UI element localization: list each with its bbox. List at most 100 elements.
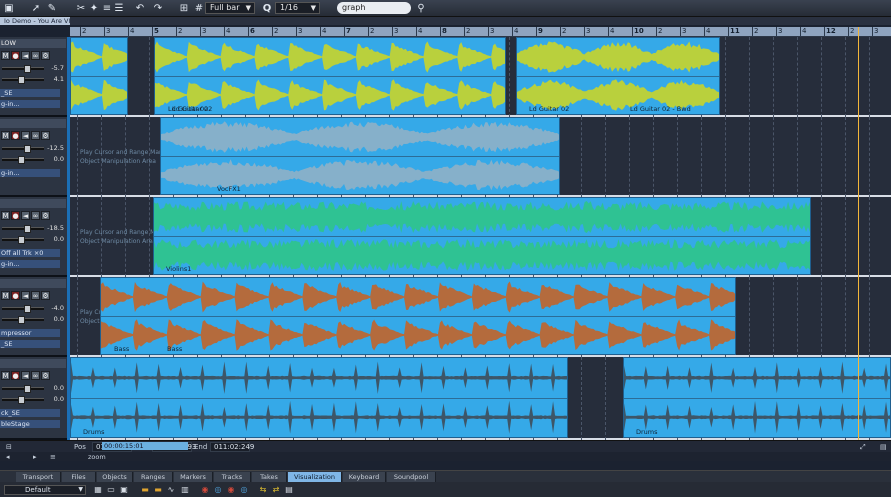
speaker-icon[interactable]: ◄ (21, 131, 30, 140)
mute-button[interactable]: M (1, 291, 10, 300)
audio-object[interactable]: Bass Bass (100, 277, 736, 355)
speaker-icon[interactable]: ◄ (21, 51, 30, 60)
tab-ranges[interactable]: Ranges (134, 472, 173, 482)
record-button[interactable]: ● (11, 131, 20, 140)
plugin-slot[interactable]: _SE (0, 89, 60, 97)
fx-button[interactable]: ∞ (31, 371, 40, 380)
play-cursor[interactable] (858, 27, 859, 440)
pan-fader[interactable] (2, 76, 44, 84)
draw-tool-icon[interactable]: ✎ (46, 2, 58, 15)
record-button[interactable]: ● (11, 371, 20, 380)
phase-icon[interactable]: ◎ (213, 485, 223, 494)
track-name[interactable] (0, 119, 66, 128)
tab-files[interactable]: Files (62, 472, 96, 482)
zoom-in-icon[interactable]: ▸ (33, 452, 37, 462)
meter2-icon[interactable]: ▬ (153, 485, 163, 494)
tab-soundpool[interactable]: Soundpool (387, 472, 436, 482)
fader-knob[interactable] (24, 145, 31, 153)
speaker-icon[interactable]: ◄ (21, 371, 30, 380)
plugin-slot[interactable]: ck_SE (0, 409, 60, 417)
settings-icon[interactable]: ⚙ (41, 291, 50, 300)
tab-tracks[interactable]: Tracks (214, 472, 251, 482)
save-icon[interactable]: ▣ (3, 2, 15, 15)
track-header[interactable]: M ● ◄ ∞ ⚙ -18.5 0.0 Off all Trk ×0 g-in... (0, 197, 67, 277)
grid-icon[interactable]: # (193, 2, 205, 15)
fx-button[interactable]: ∞ (31, 131, 40, 140)
track-name[interactable] (0, 199, 66, 208)
timecode-scroll[interactable]: 00:00:15:01 (102, 442, 188, 450)
settings-icon[interactable]: ⚙ (41, 211, 50, 220)
pan-fader[interactable] (2, 156, 44, 164)
bars-icon[interactable]: ▤ (284, 485, 294, 494)
mute-button[interactable]: M (1, 211, 10, 220)
record-button[interactable]: ● (11, 291, 20, 300)
record-button[interactable]: ● (11, 51, 20, 60)
plugin-slot[interactable]: g-in... (0, 100, 60, 108)
record-button[interactable]: ● (11, 211, 20, 220)
cut-icon[interactable]: ✂ (75, 2, 87, 15)
search-input[interactable]: graph (337, 2, 411, 14)
timeline-ruler[interactable]: 2 3 4 5 2 3 4 6 2 3 4 7 2 3 4 8 2 3 4 9 2 3 4 10 2 3 4 11 2 3 4 12 2 3 (70, 27, 891, 37)
volume-fader[interactable] (2, 305, 44, 313)
tab-takes[interactable]: Takes (252, 472, 287, 482)
audio-object[interactable] (70, 37, 128, 115)
magic-icon[interactable]: ✦ (88, 2, 100, 15)
speaker-icon[interactable]: ◄ (21, 291, 30, 300)
expand-icon[interactable]: ▤ (880, 442, 887, 452)
audio-object[interactable]: Violins1 (153, 197, 811, 275)
track-header[interactable]: M ● ◄ ∞ ⚙ -4.0 0.0 mpressor _SE (0, 277, 67, 357)
settings-icon[interactable]: ⚙ (41, 131, 50, 140)
tab-visualization[interactable]: Visualization (288, 472, 342, 482)
tab-objects[interactable]: Objects (97, 472, 133, 482)
fader-knob[interactable] (18, 76, 25, 84)
list-icon[interactable]: ☰ (113, 2, 125, 15)
loop-icon[interactable]: ◎ (239, 485, 249, 494)
quantize-select[interactable]: 1/16 ▼ (275, 2, 320, 14)
meter-icon[interactable]: ▬ (140, 485, 150, 494)
fit-icon[interactable]: ⤢ (860, 442, 866, 452)
spectrum-icon[interactable]: ▥ (180, 485, 190, 494)
transport-icon[interactable]: ⇆ (258, 485, 268, 494)
screen-icon[interactable]: ▭ (106, 485, 116, 494)
fx-button[interactable]: ∞ (31, 291, 40, 300)
arrangement-area[interactable]: Play Cursor and Range Manipulation Object… (67, 37, 891, 440)
tab-markers[interactable]: Markers (174, 472, 213, 482)
track-name[interactable] (0, 359, 66, 368)
audio-object[interactable]: VocFX1 (160, 117, 560, 195)
layout-icon[interactable]: ⊟ (6, 442, 12, 452)
record-icon[interactable]: ◉ (200, 485, 210, 494)
align-icon[interactable]: ≡ (101, 2, 113, 15)
undo-icon[interactable]: ↶ (134, 2, 146, 15)
volume-fader[interactable] (2, 65, 44, 73)
fx-button[interactable]: ∞ (31, 51, 40, 60)
snap-mode-select[interactable]: Full bar ▼ (205, 2, 255, 14)
audio-object[interactable]: Ld Guitar 02 Ld Guitar 02 - Bwd (516, 37, 720, 115)
plugin-slot[interactable]: g-in... (0, 260, 60, 268)
end-value[interactable]: 011:02:249 (210, 442, 254, 452)
mute-button[interactable]: M (1, 51, 10, 60)
pan-fader[interactable] (2, 316, 44, 324)
fader-knob[interactable] (18, 236, 25, 244)
track-zoom-icon[interactable]: ≡ (50, 452, 56, 462)
volume-fader[interactable] (2, 225, 44, 233)
plugin-slot[interactable]: g-in... (0, 169, 60, 177)
zoom-out-icon[interactable]: ◂ (6, 452, 10, 462)
search-icon[interactable]: ⚲ (415, 2, 427, 15)
wave-icon[interactable]: ∿ (166, 485, 176, 494)
plugin-slot[interactable]: Off all Trk ×0 (0, 249, 60, 257)
tab-keyboard[interactable]: Keyboard (343, 472, 386, 482)
track-name[interactable] (0, 279, 66, 288)
volume-fader[interactable] (2, 145, 44, 153)
settings-icon[interactable]: ⚙ (41, 51, 50, 60)
track-name[interactable]: LOW (0, 39, 66, 48)
fader-knob[interactable] (18, 316, 25, 324)
pan-fader[interactable] (2, 396, 44, 404)
speaker-icon[interactable]: ◄ (21, 211, 30, 220)
track-header[interactable]: M ● ◄ ∞ ⚙ 0.0 0.0 ck_SE bleStage (0, 357, 67, 440)
fader-knob[interactable] (24, 305, 31, 313)
fader-knob[interactable] (18, 156, 25, 164)
stop-icon[interactable]: ◉ (226, 485, 236, 494)
audio-object[interactable]: Ld Guitar 02 Ld Guitar 02 (154, 37, 506, 115)
keyboard-icon[interactable]: ▦ (93, 485, 103, 494)
mute-button[interactable]: M (1, 371, 10, 380)
